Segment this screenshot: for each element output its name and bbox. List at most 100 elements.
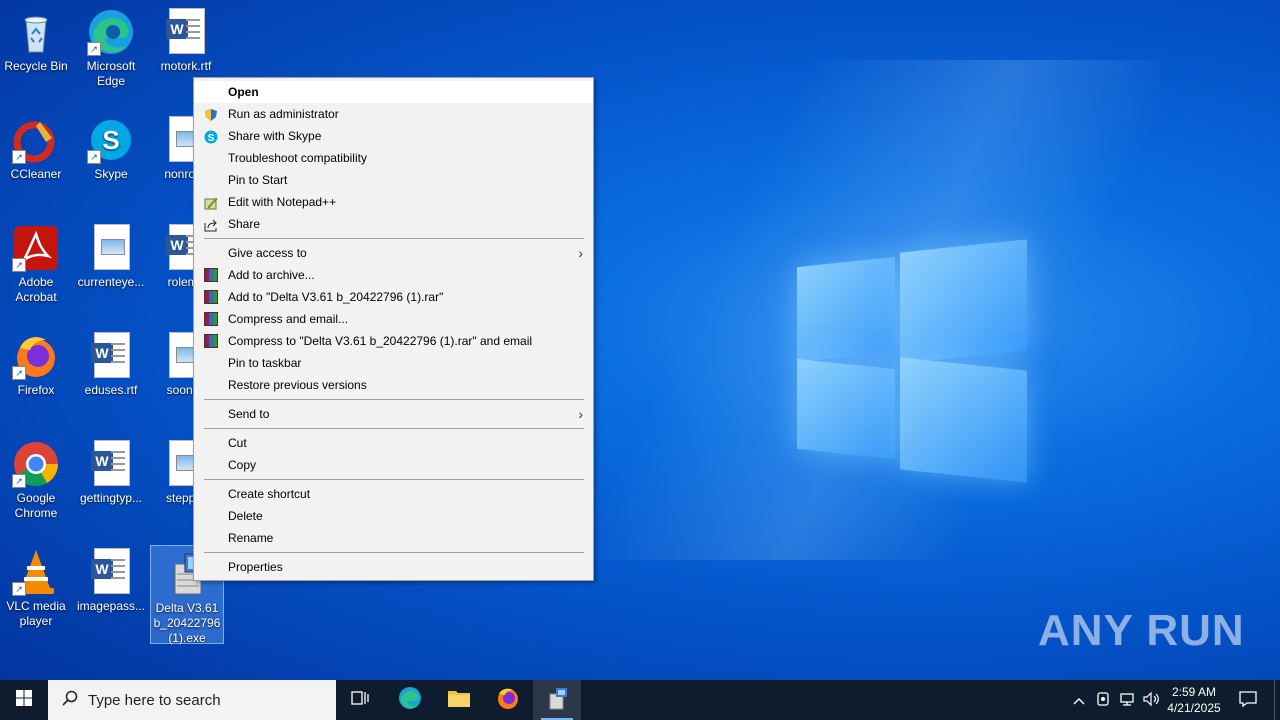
menu-separator <box>204 428 584 429</box>
svg-text:S: S <box>102 125 119 155</box>
desktop[interactable]: Recycle Bin ↗ CCleaner ↗ Adobe Acrobat ↗… <box>0 0 1280 680</box>
shortcut-arrow-icon: ↗ <box>87 150 101 164</box>
menu-item-give-access-to[interactable]: Give access to › <box>194 242 593 264</box>
menu-item-add-to-archive[interactable]: Add to archive... <box>194 264 593 286</box>
installer-exe-icon <box>545 686 569 715</box>
desktop-icon-recycle-bin[interactable]: Recycle Bin <box>0 4 72 74</box>
menu-item-add-to-rar[interactable]: Add to "Delta V3.61 b_20422796 (1).rar" <box>194 286 593 308</box>
menu-item-edit-with-notepadpp[interactable]: Edit with Notepad++ <box>194 191 593 213</box>
start-button[interactable] <box>0 680 48 720</box>
word-document-icon: W <box>162 8 210 56</box>
menu-separator <box>204 399 584 400</box>
network-icon <box>1119 691 1135 710</box>
menu-item-compress-to-rar-and-email[interactable]: Compress to "Delta V3.61 b_20422796 (1).… <box>194 330 593 352</box>
taskbar-search-box[interactable]: Type here to search <box>48 680 336 720</box>
word-document-icon: W <box>87 440 135 488</box>
menu-item-cut[interactable]: Cut <box>194 432 593 454</box>
chrome-icon: ↗ <box>12 440 60 488</box>
clock-date: 4/21/2025 <box>1167 701 1221 715</box>
chevron-right-icon: › <box>578 406 583 422</box>
search-icon <box>62 690 78 711</box>
desktop-icon-motork[interactable]: W motork.rtf <box>150 4 222 74</box>
word-document-icon: W <box>87 548 135 596</box>
shortcut-arrow-icon: ↗ <box>87 42 101 56</box>
word-document-icon: W <box>87 332 135 380</box>
adobe-acrobat-icon: ↗ <box>12 224 60 272</box>
taskbar-clock[interactable]: 2:59 AM 4/21/2025 <box>1160 684 1228 716</box>
svg-text:S: S <box>208 133 215 144</box>
notification-icon <box>1239 690 1257 710</box>
menu-item-open[interactable]: Open <box>194 81 593 103</box>
menu-item-pin-to-start[interactable]: Pin to Start <box>194 169 593 191</box>
firefox-icon <box>496 686 520 715</box>
tray-app-button[interactable] <box>1092 680 1114 720</box>
vlc-icon: ↗ <box>12 548 60 596</box>
anyrun-watermark: ANY RUN <box>1038 606 1245 655</box>
desktop-icon-eduses[interactable]: W eduses.rtf <box>75 328 147 398</box>
desktop-icon-currenteye[interactable]: currenteye... <box>75 220 147 290</box>
volume-icon <box>1142 691 1160 710</box>
volume-button[interactable] <box>1140 680 1162 720</box>
taskbar: Type here to search 2:59 AM 4/21/2025 <box>0 680 1280 720</box>
shortcut-arrow-icon: ↗ <box>12 474 26 488</box>
uac-shield-icon <box>204 107 218 121</box>
shortcut-arrow-icon: ↗ <box>12 258 26 272</box>
taskbar-file-explorer[interactable] <box>435 680 483 720</box>
menu-separator <box>204 238 584 239</box>
task-view-button[interactable] <box>336 680 384 720</box>
taskbar-firefox[interactable] <box>484 680 532 720</box>
menu-item-run-as-administrator[interactable]: Run as administrator <box>194 103 593 125</box>
show-hidden-icons-button[interactable] <box>1068 680 1090 720</box>
menu-item-delete[interactable]: Delete <box>194 505 593 527</box>
shortcut-arrow-icon: ↗ <box>12 582 26 596</box>
skype-icon: S <box>204 129 218 144</box>
desktop-icon-adobe-acrobat[interactable]: ↗ Adobe Acrobat <box>0 220 72 305</box>
edge-icon <box>398 686 422 715</box>
desktop-icon-firefox[interactable]: ↗ Firefox <box>0 328 72 398</box>
task-view-icon <box>351 690 369 711</box>
desktop-icon-gettingtyp[interactable]: W gettingtyp... <box>75 436 147 506</box>
menu-item-compress-and-email[interactable]: Compress and email... <box>194 308 593 330</box>
ccleaner-icon: ↗ <box>12 116 60 164</box>
menu-item-share[interactable]: Share <box>194 213 593 235</box>
network-button[interactable] <box>1116 680 1138 720</box>
windows-start-icon <box>16 689 32 711</box>
taskbar-edge[interactable] <box>386 680 434 720</box>
winrar-icon <box>204 290 218 304</box>
menu-item-send-to[interactable]: Send to › <box>194 403 593 425</box>
winrar-icon <box>204 268 218 282</box>
desktop-icon-ccleaner[interactable]: ↗ CCleaner <box>0 112 72 182</box>
menu-item-rename[interactable]: Rename <box>194 527 593 549</box>
action-center-button[interactable] <box>1232 680 1264 720</box>
winrar-icon <box>204 334 218 348</box>
edge-icon: ↗ <box>87 8 135 56</box>
menu-separator <box>204 552 584 553</box>
shortcut-arrow-icon: ↗ <box>12 366 26 380</box>
shortcut-arrow-icon: ↗ <box>12 150 26 164</box>
taskbar-delta-installer[interactable] <box>533 680 581 720</box>
show-desktop-button[interactable] <box>1274 680 1280 720</box>
menu-item-share-with-skype[interactable]: S Share with Skype <box>194 125 593 147</box>
chevron-right-icon: › <box>578 245 583 261</box>
menu-item-create-shortcut[interactable]: Create shortcut <box>194 483 593 505</box>
share-icon <box>204 217 218 232</box>
tray-device-icon <box>1095 691 1111 710</box>
desktop-icon-microsoft-edge[interactable]: ↗ Microsoft Edge <box>75 4 147 89</box>
skype-icon: S ↗ <box>87 116 135 164</box>
desktop-icon-vlc[interactable]: ↗ VLC media player <box>0 544 72 629</box>
chevron-up-icon <box>1073 693 1085 708</box>
notepadpp-icon <box>204 195 218 210</box>
desktop-icon-skype[interactable]: S ↗ Skype <box>75 112 147 182</box>
menu-item-restore-previous-versions[interactable]: Restore previous versions <box>194 374 593 396</box>
winrar-icon <box>204 312 218 326</box>
image-file-icon <box>87 224 135 272</box>
folder-icon <box>447 688 471 713</box>
menu-item-properties[interactable]: Properties <box>194 556 593 578</box>
desktop-icon-imagepass[interactable]: W imagepass... <box>75 544 147 614</box>
clock-time: 2:59 AM <box>1171 685 1217 699</box>
menu-item-pin-to-taskbar[interactable]: Pin to taskbar <box>194 352 593 374</box>
menu-separator <box>204 479 584 480</box>
menu-item-troubleshoot-compatibility[interactable]: Troubleshoot compatibility <box>194 147 593 169</box>
menu-item-copy[interactable]: Copy <box>194 454 593 476</box>
desktop-icon-google-chrome[interactable]: ↗ Google Chrome <box>0 436 72 521</box>
